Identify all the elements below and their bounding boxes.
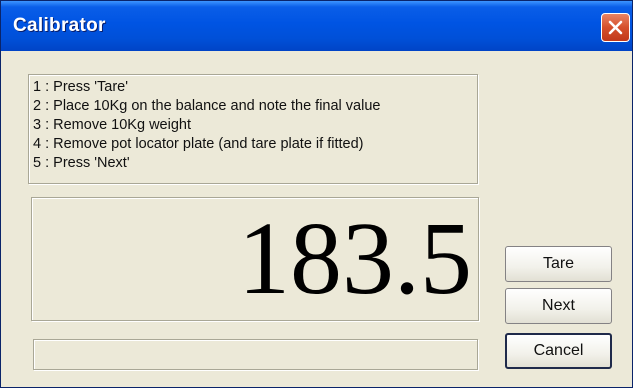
instruction-line: 3 : Remove 10Kg weight bbox=[33, 117, 191, 133]
status-bar bbox=[33, 339, 478, 370]
weight-readout-value: 183.5 bbox=[238, 201, 472, 316]
close-button[interactable] bbox=[601, 13, 630, 42]
tare-button[interactable]: Tare bbox=[505, 246, 612, 282]
close-icon bbox=[608, 20, 623, 35]
instruction-line: 5 : Press 'Next' bbox=[33, 155, 130, 171]
window-title: Calibrator bbox=[13, 15, 106, 36]
calibrator-window: Calibrator 1 : Press 'Tare' 2 : Place 10… bbox=[0, 0, 633, 388]
instruction-line: 2 : Place 10Kg on the balance and note t… bbox=[33, 98, 381, 114]
cancel-button[interactable]: Cancel bbox=[505, 333, 612, 369]
title-bar[interactable]: Calibrator bbox=[1, 1, 632, 51]
next-button[interactable]: Next bbox=[505, 288, 612, 324]
instructions-panel: 1 : Press 'Tare' 2 : Place 10Kg on the b… bbox=[28, 74, 478, 184]
weight-readout-panel: 183.5 bbox=[31, 197, 479, 321]
instruction-line: 4 : Remove pot locator plate (and tare p… bbox=[33, 136, 364, 152]
instruction-line: 1 : Press 'Tare' bbox=[33, 79, 128, 95]
